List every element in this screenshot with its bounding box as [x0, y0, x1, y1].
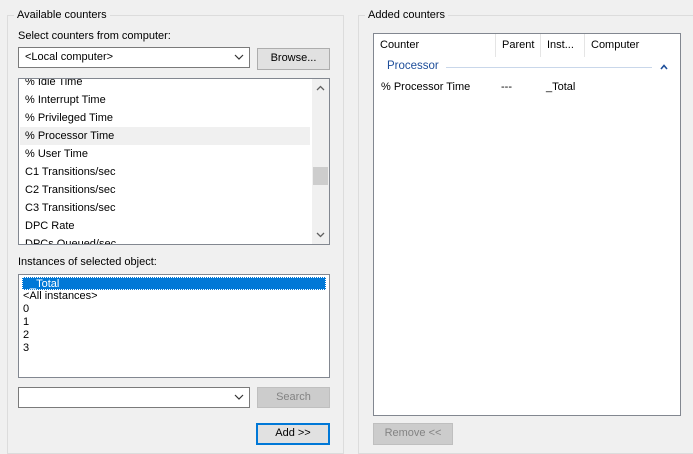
remove-button[interactable]: Remove << — [373, 423, 453, 445]
added-counters-title: Added counters — [368, 9, 446, 21]
instances-label: Instances of selected object: — [18, 256, 157, 268]
browse-button[interactable]: Browse... — [257, 48, 330, 70]
instance-item[interactable]: 2 — [22, 329, 326, 342]
list-item[interactable]: C2 Transitions/sec — [25, 181, 115, 199]
counters-list[interactable]: % Idle Time % Interrupt Time % Privilege… — [18, 78, 330, 245]
instance-item[interactable]: 1 — [22, 316, 326, 329]
scroll-down-icon[interactable] — [315, 229, 326, 240]
column-header-counter[interactable]: Counter — [374, 34, 496, 57]
chevron-down-icon — [234, 54, 244, 60]
list-item[interactable]: % User Time — [25, 145, 88, 163]
row-instance: _Total — [546, 81, 576, 93]
computer-select[interactable]: <Local computer> — [18, 47, 250, 68]
add-button[interactable]: Add >> — [256, 423, 330, 445]
row-parent: --- — [501, 81, 512, 93]
instance-item[interactable]: <All instances> — [22, 290, 326, 303]
counters-scrollbar[interactable] — [312, 79, 329, 244]
list-item[interactable]: DPC Rate — [25, 217, 75, 235]
list-item[interactable]: % Privileged Time — [25, 109, 113, 127]
instance-item[interactable]: 3 — [22, 342, 326, 355]
list-item[interactable]: C3 Transitions/sec — [25, 199, 115, 217]
instances-list[interactable]: _Total <All instances> 0 1 2 3 — [18, 274, 330, 378]
list-item[interactable]: % Interrupt Time — [25, 91, 106, 109]
chevron-up-icon[interactable] — [659, 62, 669, 72]
group-header-processor[interactable]: Processor — [387, 60, 439, 72]
available-counters-title: Available counters — [17, 9, 107, 21]
search-button[interactable]: Search — [257, 387, 330, 408]
search-input[interactable] — [18, 387, 250, 408]
added-counters-list[interactable]: Counter Parent Inst... Computer Processo… — [373, 33, 681, 416]
column-header-computer[interactable]: Computer — [585, 34, 680, 57]
list-item[interactable]: % Idle Time — [25, 79, 82, 91]
column-header-instance[interactable]: Inst... — [541, 34, 585, 57]
scroll-up-icon[interactable] — [315, 83, 326, 94]
group-divider — [446, 67, 652, 68]
scroll-thumb[interactable] — [313, 167, 328, 185]
computer-select-value: <Local computer> — [25, 51, 114, 63]
column-header-parent[interactable]: Parent — [496, 34, 541, 57]
row-counter-name[interactable]: % Processor Time — [381, 81, 470, 93]
list-item[interactable]: DPCs Queued/sec — [25, 235, 116, 244]
instance-item-selected[interactable]: _Total — [22, 277, 326, 290]
instance-item[interactable]: 0 — [22, 303, 326, 316]
list-item-highlighted[interactable]: % Processor Time — [20, 127, 310, 145]
select-computer-label: Select counters from computer: — [18, 30, 171, 42]
list-item[interactable]: C1 Transitions/sec — [25, 163, 115, 181]
chevron-down-icon — [234, 394, 244, 400]
